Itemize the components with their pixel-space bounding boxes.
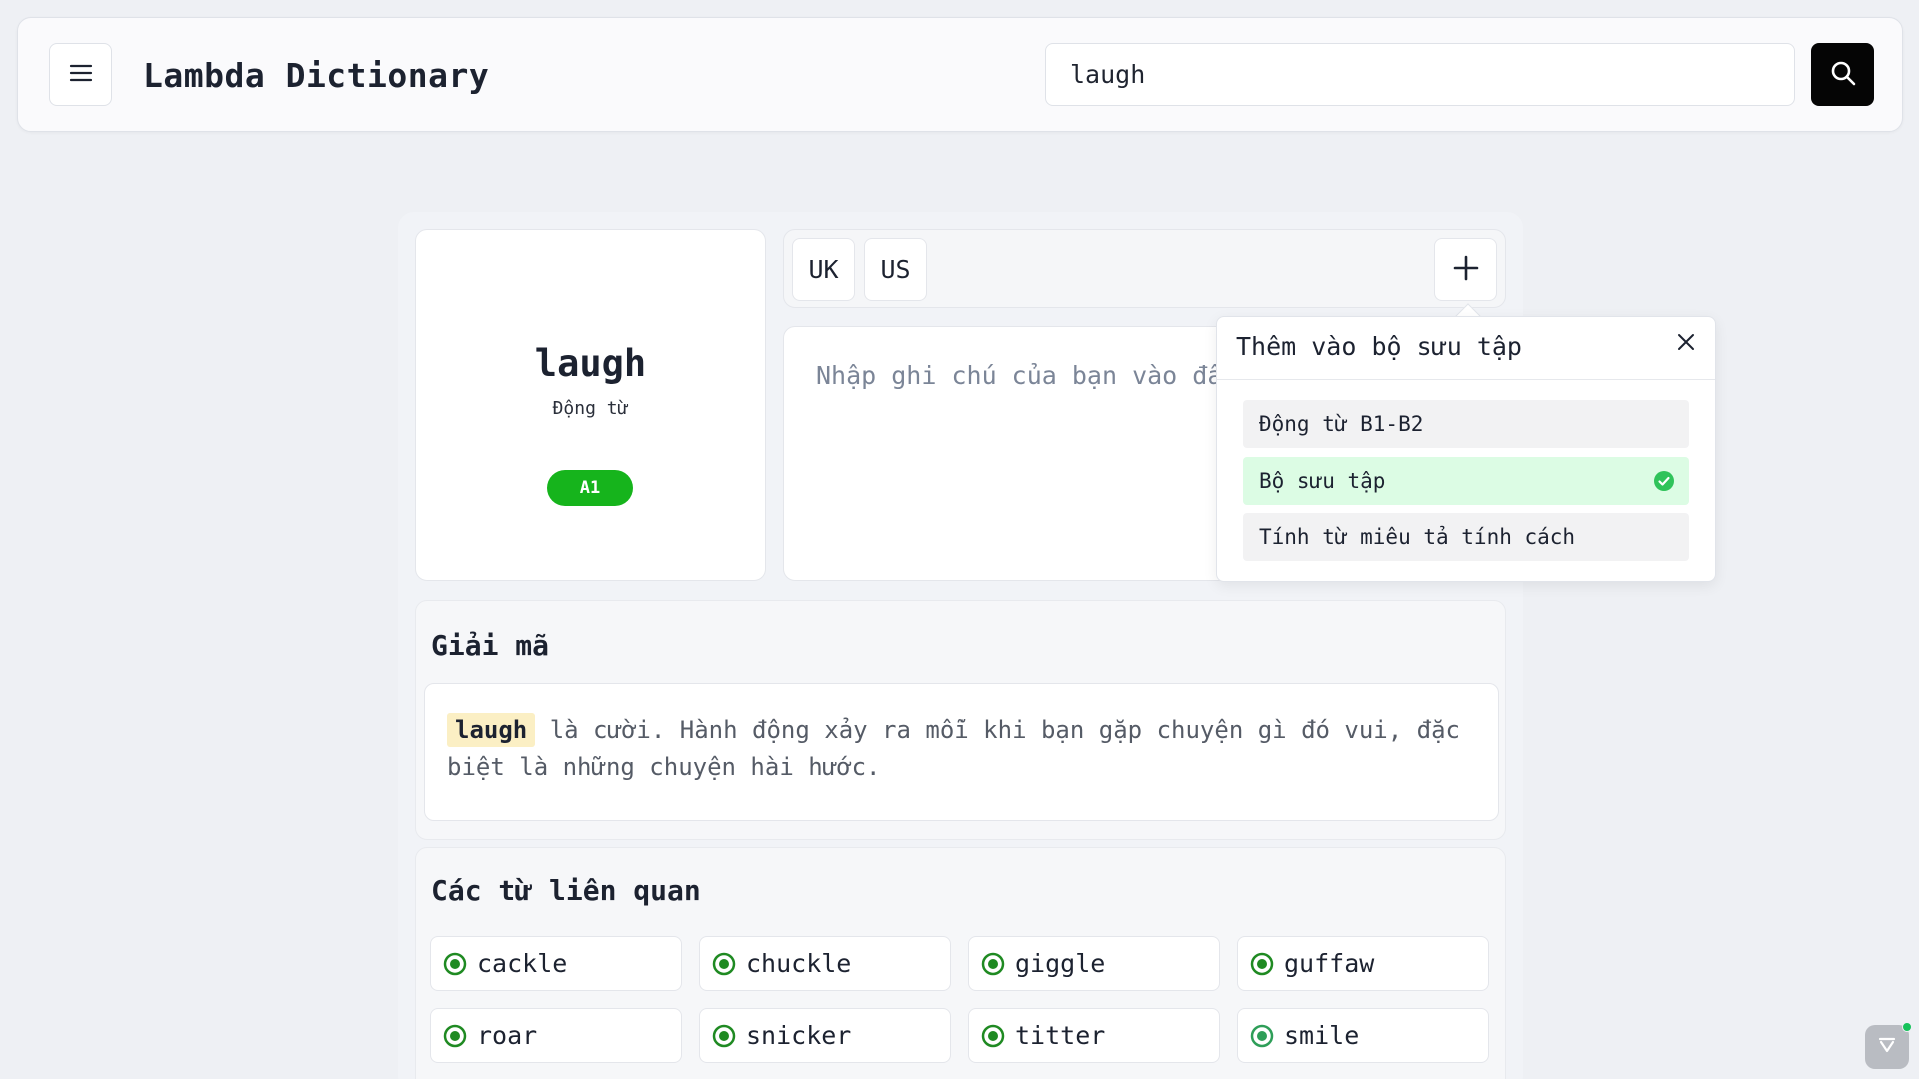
- radio-dot-icon: [712, 952, 736, 976]
- search-input[interactable]: [1045, 43, 1795, 106]
- related-title: Các từ liên quan: [431, 874, 701, 907]
- check-circle-icon: [1653, 470, 1675, 497]
- decode-section: Giải mã laugh là cười. Hành động xảy ra …: [415, 600, 1506, 840]
- related-word[interactable]: snicker: [699, 1008, 951, 1063]
- popover-title: Thêm vào bộ sưu tập: [1236, 332, 1522, 361]
- add-to-collection-popover: Thêm vào bộ sưu tập Động từ B1-B2 Bộ sưu…: [1216, 316, 1716, 582]
- related-word-label: titter: [1015, 1021, 1106, 1050]
- related-word-label: giggle: [1015, 949, 1106, 978]
- radio-dot-icon: [981, 952, 1005, 976]
- collection-item-label: Bộ sưu tập: [1259, 469, 1386, 493]
- close-icon: [1676, 332, 1696, 356]
- related-word[interactable]: giggle: [968, 936, 1220, 991]
- decode-text: là cười. Hành động xảy ra mỗi khi bạn gặ…: [447, 716, 1461, 781]
- part-of-speech: Động từ: [552, 398, 629, 419]
- related-word-label: roar: [477, 1021, 538, 1050]
- level-badge: A1: [547, 470, 633, 506]
- pronunciation-us-button[interactable]: US: [864, 238, 927, 301]
- related-word-label: smile: [1284, 1021, 1360, 1050]
- hamburger-icon: [69, 63, 93, 87]
- related-word-label: chuckle: [746, 949, 852, 978]
- related-section: Các từ liên quan cackle chuckle giggle g…: [415, 847, 1506, 1079]
- collection-item[interactable]: Tính từ miêu tả tính cách: [1243, 513, 1689, 561]
- chevron-down-icon: [1875, 1033, 1899, 1061]
- related-word-label: snicker: [746, 1021, 852, 1050]
- collection-item-label: Động từ B1-B2: [1259, 412, 1424, 436]
- word-title: laugh: [534, 342, 647, 385]
- radio-dot-icon: [712, 1024, 736, 1048]
- search-button[interactable]: [1811, 43, 1874, 106]
- radio-dot-icon: [443, 1024, 467, 1048]
- popover-close-button[interactable]: [1671, 329, 1701, 359]
- popover-divider: [1217, 379, 1715, 380]
- related-word[interactable]: titter: [968, 1008, 1220, 1063]
- related-grid: cackle chuckle giggle guffaw roar snicke…: [430, 936, 1496, 1063]
- radio-dot-icon: [1250, 952, 1274, 976]
- collection-item[interactable]: Động từ B1-B2: [1243, 400, 1689, 448]
- related-word[interactable]: smile: [1237, 1008, 1489, 1063]
- highlighted-word: laugh: [447, 713, 536, 747]
- radio-dot-icon: [981, 1024, 1005, 1048]
- word-card: laugh Động từ A1: [415, 229, 766, 581]
- pronunciation-uk-button[interactable]: UK: [792, 238, 855, 301]
- collection-item-label: Tính từ miêu tả tính cách: [1259, 525, 1576, 549]
- floating-helper-button[interactable]: [1865, 1022, 1912, 1069]
- decode-box: laugh là cười. Hành động xảy ra mỗi khi …: [424, 683, 1499, 821]
- related-word-label: cackle: [477, 949, 568, 978]
- decode-title: Giải mã: [431, 629, 550, 662]
- pronunciation-bar: UK US: [783, 229, 1506, 308]
- app-brand: Lambda Dictionary: [143, 56, 490, 95]
- related-word[interactable]: cackle: [430, 936, 682, 991]
- add-to-collection-button[interactable]: [1434, 238, 1497, 301]
- radio-dot-icon: [443, 952, 467, 976]
- collection-item-selected[interactable]: Bộ sưu tập: [1243, 457, 1689, 505]
- top-header: Lambda Dictionary: [17, 17, 1903, 132]
- related-word[interactable]: roar: [430, 1008, 682, 1063]
- radio-dot-icon: [1250, 1024, 1274, 1048]
- related-word-label: guffaw: [1284, 949, 1375, 978]
- search-icon: [1829, 59, 1857, 91]
- plus-icon: [1452, 254, 1480, 286]
- menu-button[interactable]: [49, 43, 112, 106]
- related-word[interactable]: chuckle: [699, 936, 951, 991]
- related-word[interactable]: guffaw: [1237, 936, 1489, 991]
- status-dot: [1902, 1022, 1912, 1032]
